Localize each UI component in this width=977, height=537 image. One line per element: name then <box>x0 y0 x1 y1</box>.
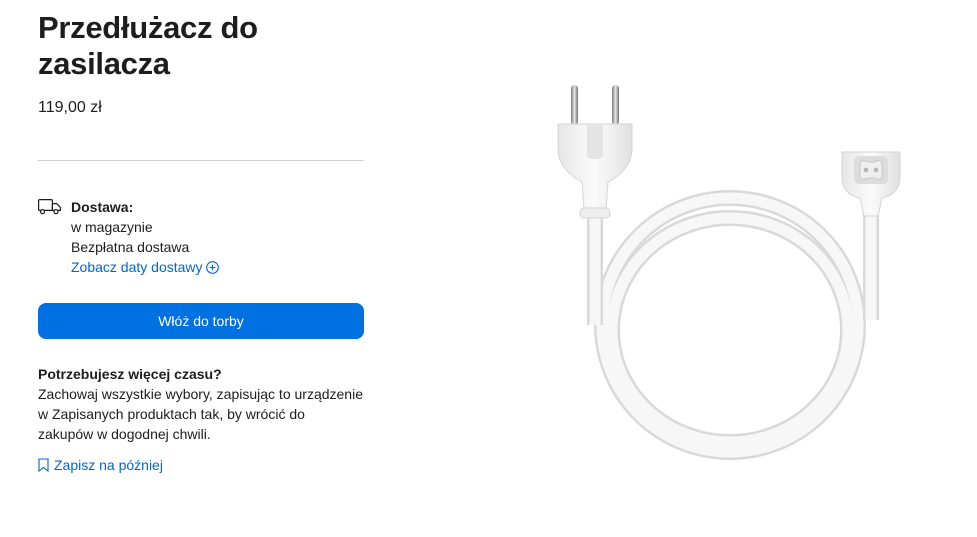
power-extension-cable-image <box>557 85 901 460</box>
save-for-later-label: Zapisz na później <box>54 457 163 473</box>
product-price: 119,00 zł <box>38 99 102 116</box>
divider <box>38 160 364 161</box>
delivery-dates-link[interactable]: Zobacz daty dostawy <box>71 257 364 277</box>
plus-circle-icon <box>205 259 219 274</box>
bookmark-icon <box>38 457 49 473</box>
product-title: Przedłużacz do zasilacza <box>38 10 258 81</box>
save-heading: Potrzebujesz więcej czasu? <box>38 366 222 382</box>
delivery-dates-link-label: Zobacz daty dostawy <box>71 259 203 275</box>
delivery-heading: Dostawa: <box>71 199 134 215</box>
delivery-availability: w magazynie <box>71 219 153 235</box>
save-for-later-link[interactable]: Zapisz na później <box>38 455 163 475</box>
product-image <box>520 60 940 490</box>
truck-icon <box>38 197 62 217</box>
product-page: Przedłużacz do zasilacza 119,00 zł Dosta… <box>0 0 977 537</box>
add-to-bag-button[interactable]: Włóż do torby <box>38 303 364 339</box>
save-section: Potrzebujesz więcej czasu? Zachowaj wszy… <box>38 364 364 475</box>
delivery-shipping: Bezpłatna dostawa <box>71 239 190 255</box>
delivery-section: Dostawa: w magazynie Bezpłatna dostawa Z… <box>38 197 364 277</box>
save-description: Zachowaj wszystkie wybory, zapisując to … <box>38 386 363 442</box>
product-info-panel: Przedłużacz do zasilacza 119,00 zł Dosta… <box>38 10 364 475</box>
